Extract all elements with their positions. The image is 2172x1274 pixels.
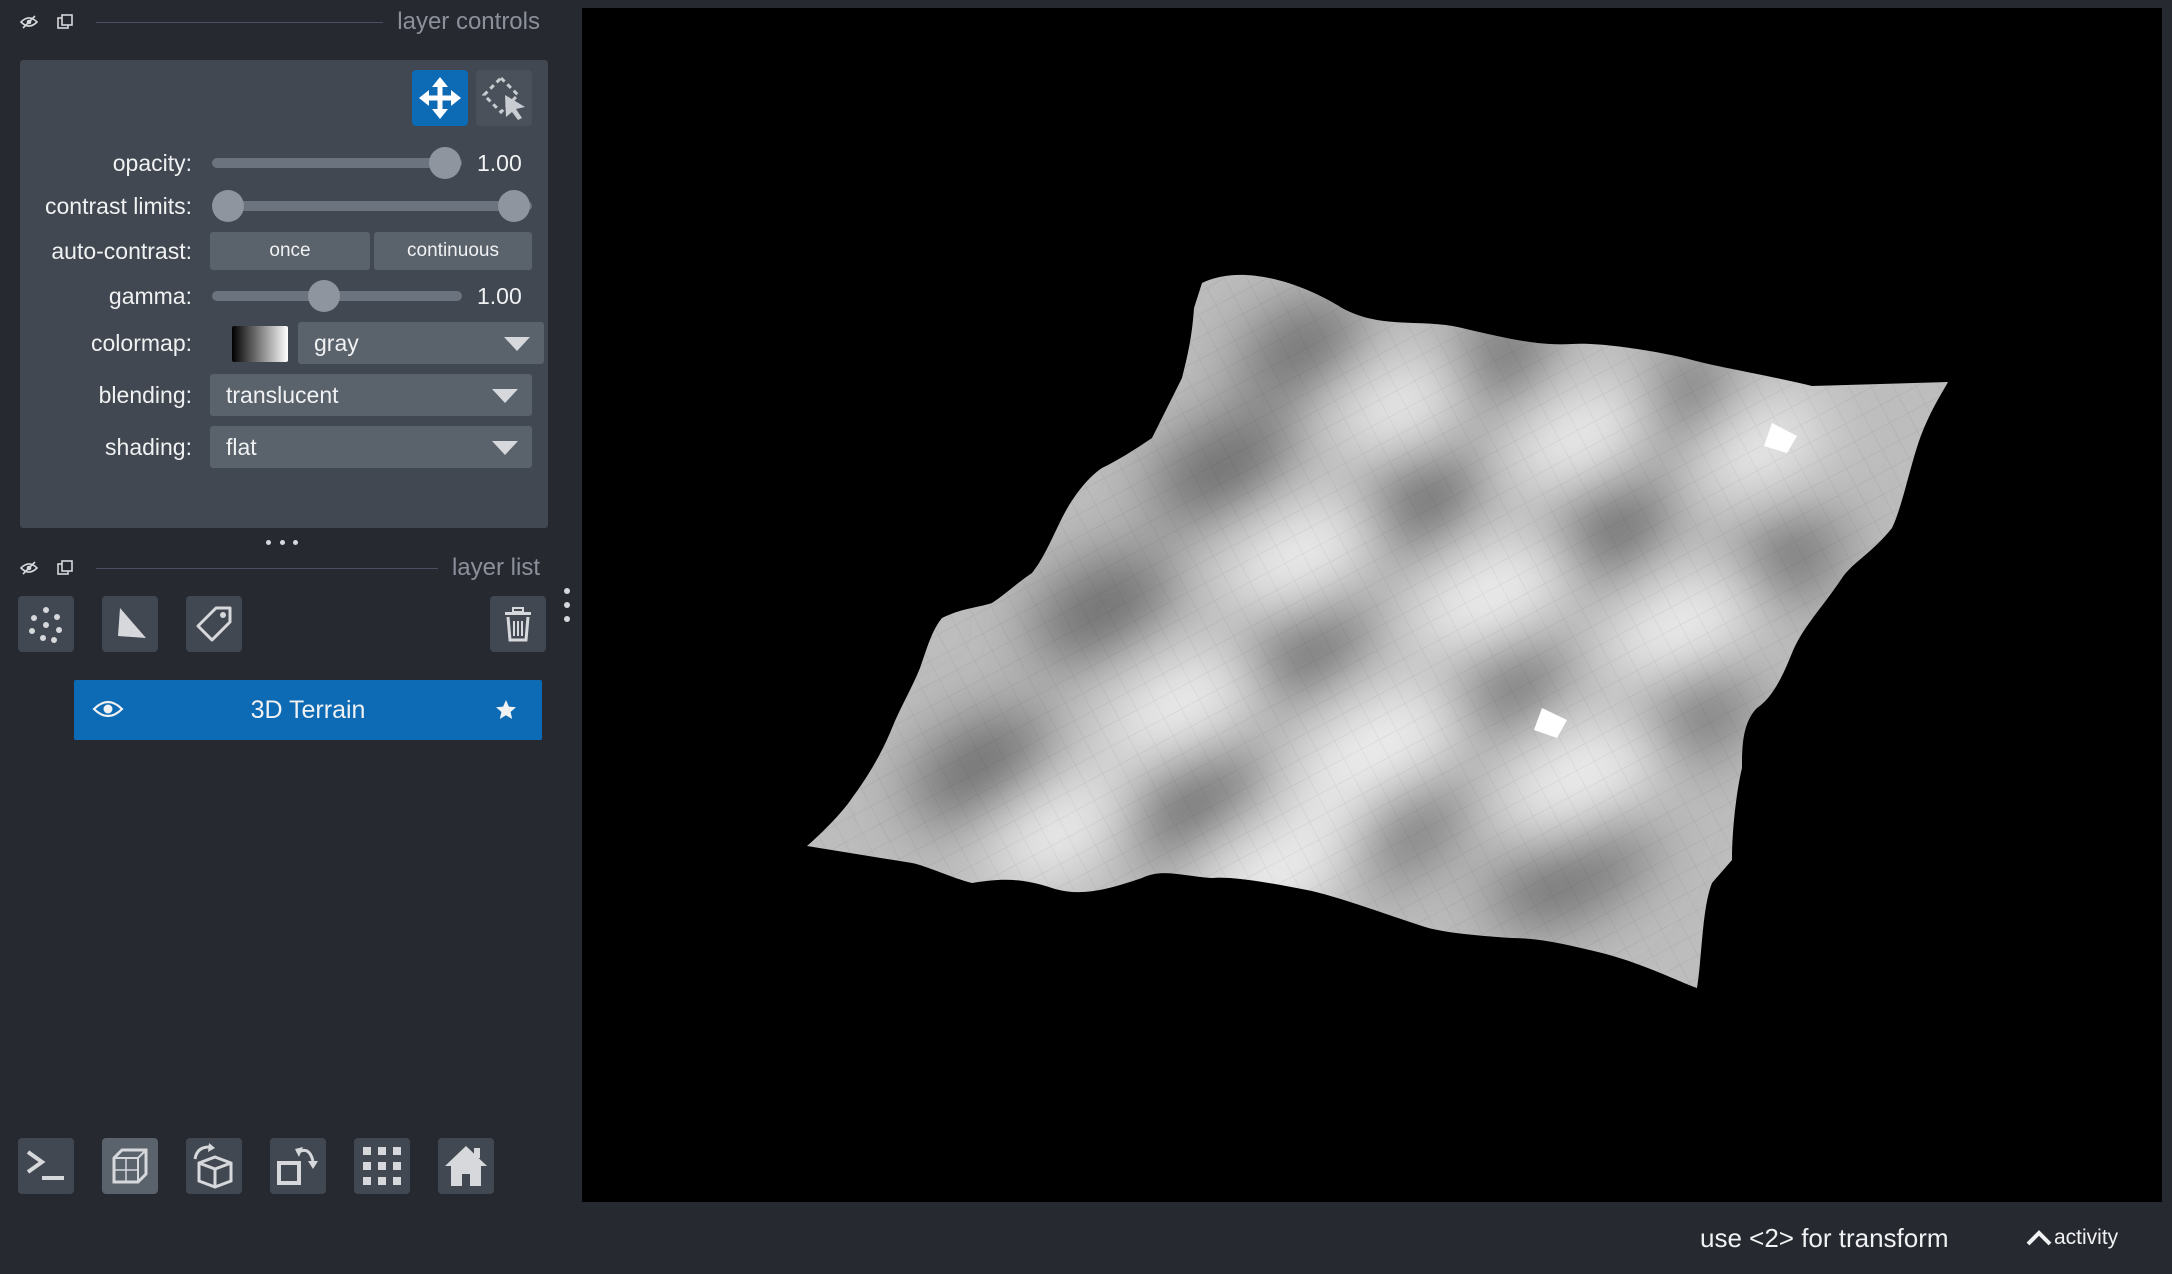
colormap-row: colormap: gray <box>20 322 548 364</box>
auto-contrast-once-button[interactable]: once <box>210 232 370 270</box>
delete-icon <box>505 607 531 642</box>
eye-icon[interactable] <box>92 698 124 725</box>
float-window-icon[interactable] <box>54 11 76 33</box>
auto-contrast-row: auto-contrast: once continuous <box>20 230 548 272</box>
blending-value: translucent <box>226 382 339 408</box>
opacity-row: opacity: 1.00 <box>20 142 548 184</box>
auto-contrast-continuous-button[interactable]: continuous <box>374 232 532 270</box>
splitter-handle[interactable] <box>564 588 570 622</box>
gamma-value: 1.00 <box>477 283 522 309</box>
blending-label: blending: <box>98 382 192 408</box>
shading-dropdown[interactable]: flat <box>210 426 532 468</box>
colormap-label: colormap: <box>91 330 192 356</box>
chevron-down-icon <box>492 441 518 455</box>
layer-list-header: layer list <box>18 548 540 588</box>
colormap-dropdown[interactable]: gray <box>298 322 544 364</box>
gamma-row: gamma: 1.00 <box>20 275 548 317</box>
contrast-limits-low-handle[interactable] <box>212 190 244 222</box>
chevron-down-icon <box>504 337 530 351</box>
viewer-canvas[interactable] <box>582 8 2162 1202</box>
gamma-label: gamma: <box>108 283 192 309</box>
gamma-slider-handle[interactable] <box>308 280 340 312</box>
transpose-axes-button[interactable] <box>270 1138 326 1194</box>
reset-view-button[interactable] <box>438 1138 494 1194</box>
chevron-up-icon <box>2026 1230 2052 1246</box>
contrast-limits-high-handle[interactable] <box>498 190 530 222</box>
activity-label: activity <box>2054 1226 2119 1249</box>
blending-dropdown[interactable]: translucent <box>210 374 532 416</box>
colormap-value: gray <box>314 330 359 356</box>
transform-select-icon <box>481 75 525 120</box>
move-mode-button[interactable] <box>412 70 468 126</box>
new-shapes-icon <box>118 608 146 638</box>
layer-controls-title: layer controls <box>397 8 540 35</box>
home-icon <box>445 1146 487 1186</box>
delete-layer-button[interactable] <box>490 596 546 652</box>
new-labels-icon <box>196 606 232 642</box>
auto-contrast-label: auto-contrast: <box>51 238 192 264</box>
layer-name[interactable]: 3D Terrain <box>134 680 482 740</box>
console-button[interactable] <box>18 1138 74 1194</box>
chevron-down-icon <box>492 389 518 403</box>
new-labels-layer-button[interactable] <box>186 596 242 652</box>
status-message: use <2> for transform <box>1700 1223 1949 1253</box>
new-points-icon <box>29 607 62 643</box>
shading-value: flat <box>226 434 257 460</box>
roll-axes-button[interactable] <box>186 1138 242 1194</box>
opacity-label: opacity: <box>112 150 192 176</box>
roll-axes-icon <box>193 1143 233 1189</box>
layer-list-item[interactable]: 3D Terrain <box>74 680 542 740</box>
transpose-icon <box>277 1147 318 1185</box>
dock-resize-handle[interactable] <box>266 536 298 548</box>
eye-slash-icon[interactable] <box>18 11 40 33</box>
activity-button[interactable]: activity <box>2026 1202 2118 1274</box>
shading-label: shading: <box>105 434 192 460</box>
contrast-limits-row: contrast limits: <box>20 185 548 227</box>
move-icon <box>419 77 461 119</box>
new-shapes-layer-button[interactable] <box>102 596 158 652</box>
grid-icon <box>363 1147 401 1185</box>
eye-slash-icon[interactable] <box>18 557 40 579</box>
float-window-icon[interactable] <box>54 557 76 579</box>
status-bar: use <2> for transform activity <box>0 1202 2172 1266</box>
layer-controls-panel: opacity: 1.00 contrast limits: auto-cont… <box>20 60 548 528</box>
layer-controls-header: layer controls <box>18 2 540 42</box>
3d-view-icon <box>112 1148 148 1184</box>
transform-mode-button[interactable] <box>476 70 532 126</box>
blending-row: blending: translucent <box>20 374 548 416</box>
left-dock: layer controls opacity: 1.00 contrast li… <box>0 0 580 1200</box>
new-points-layer-button[interactable] <box>18 596 74 652</box>
contrast-limits-label: contrast limits: <box>45 193 192 219</box>
toggle-3d-button[interactable] <box>102 1138 158 1194</box>
header-divider <box>96 567 438 569</box>
shading-row: shading: flat <box>20 426 548 468</box>
star-icon <box>494 698 518 727</box>
contrast-limits-slider[interactable] <box>212 201 532 211</box>
colormap-preview <box>232 326 288 362</box>
console-icon <box>26 1150 64 1180</box>
opacity-slider[interactable] <box>212 158 462 168</box>
header-divider <box>96 21 384 23</box>
layer-list-title: layer list <box>451 554 540 581</box>
grid-mode-button[interactable] <box>354 1138 410 1194</box>
opacity-value: 1.00 <box>477 150 522 176</box>
opacity-slider-handle[interactable] <box>429 147 461 179</box>
terrain-surface <box>807 274 1948 988</box>
